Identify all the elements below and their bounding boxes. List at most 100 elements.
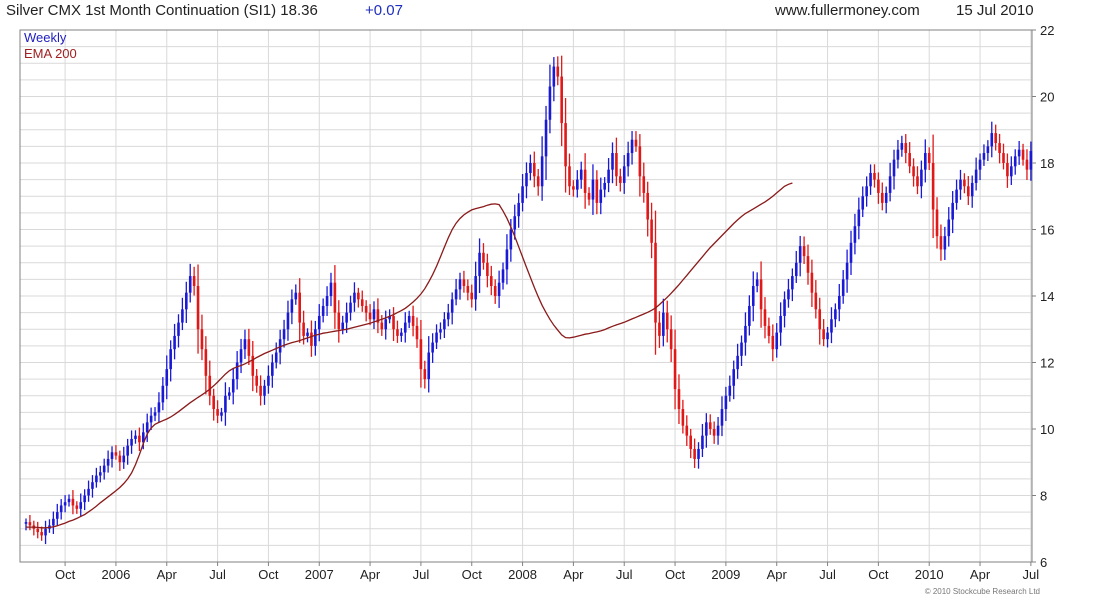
candle-body <box>939 236 943 250</box>
candle-body <box>67 498 71 503</box>
candle-body <box>87 488 90 496</box>
candle-body <box>963 179 966 187</box>
candle-body <box>306 332 309 336</box>
candle-body <box>247 339 251 356</box>
candle-body <box>349 302 352 313</box>
candle-body <box>263 385 266 396</box>
y-tick-label: 16 <box>1040 223 1054 238</box>
candle-body <box>294 292 298 300</box>
candle-body <box>282 329 286 340</box>
candle-body <box>274 352 278 363</box>
candle-body <box>916 176 919 187</box>
x-tick-label: Oct <box>258 567 279 582</box>
candle-body <box>974 169 978 183</box>
candle-body <box>591 179 595 200</box>
candle-body <box>1029 151 1033 170</box>
candle-body <box>341 322 345 330</box>
candle-body <box>271 362 274 376</box>
candle-body <box>853 226 857 243</box>
candle-body <box>802 246 806 257</box>
candle-body <box>630 139 634 154</box>
candle-body <box>697 448 700 459</box>
candle-body <box>71 498 75 506</box>
candle-body <box>55 512 59 519</box>
candle-body <box>888 176 892 193</box>
candle-body <box>462 279 466 287</box>
candle-body <box>619 176 622 183</box>
candle-body <box>920 169 923 187</box>
candle-body <box>877 179 880 193</box>
candle-body <box>400 332 403 336</box>
candle-body <box>861 196 865 210</box>
candle-body <box>638 146 642 177</box>
candle-body <box>924 153 927 170</box>
candle-body <box>935 209 939 237</box>
candle-body <box>986 146 990 154</box>
y-tick-label: 18 <box>1040 156 1054 171</box>
candle-body <box>1025 159 1029 170</box>
candle-body <box>736 355 739 370</box>
candle-body <box>904 143 908 154</box>
candle-body <box>165 369 169 386</box>
candle-body <box>662 312 665 336</box>
candle-body <box>493 286 497 296</box>
candle-body <box>779 315 782 333</box>
candle-body <box>1002 153 1005 163</box>
candle-body <box>857 209 861 227</box>
x-tick-label: Apr <box>563 567 584 582</box>
candle-body <box>345 312 348 323</box>
candle-body <box>497 282 501 296</box>
candle-body <box>642 176 646 193</box>
candle-body <box>228 392 231 396</box>
candle-body <box>513 216 517 230</box>
candle-body <box>1006 163 1009 177</box>
candle-body <box>118 455 122 463</box>
candle-body <box>791 276 794 290</box>
candle-body <box>220 412 223 416</box>
candle-body <box>173 335 176 350</box>
candle-body <box>525 172 528 187</box>
candle-body <box>548 86 552 120</box>
y-tick-label: 12 <box>1040 356 1054 371</box>
candle-body <box>325 296 329 306</box>
x-tick-label: Oct <box>665 567 686 582</box>
candle-body <box>243 339 247 350</box>
candlestick-series <box>24 55 1033 545</box>
grid-lines <box>20 29 1032 563</box>
candle-body <box>235 362 239 380</box>
y-axis-ticks: 6 8 10 12 14 16 18 20 22 <box>1032 23 1054 570</box>
candle-body <box>677 389 681 410</box>
candle-body <box>908 153 911 167</box>
candle-body <box>994 133 997 144</box>
candle-body <box>990 133 994 147</box>
candle-body <box>748 305 751 326</box>
x-tick-label: Apr <box>360 567 381 582</box>
candle-body <box>665 312 669 330</box>
candle-body <box>24 522 28 524</box>
candle-body <box>368 312 372 320</box>
candle-body <box>509 229 513 250</box>
candle-body <box>259 385 262 396</box>
ema-200-line <box>26 182 793 529</box>
candle-body <box>759 279 763 310</box>
candle-body <box>380 322 384 330</box>
candle-body <box>927 153 931 163</box>
candle-body <box>689 435 692 449</box>
candle-body <box>841 279 845 296</box>
candle-body <box>423 369 427 380</box>
candle-body <box>978 159 982 170</box>
candle-body <box>646 192 649 220</box>
candle-body <box>44 528 47 536</box>
candle-body <box>517 202 520 217</box>
candle-body <box>83 495 86 503</box>
candle-body <box>298 292 301 323</box>
candle-body <box>822 329 825 340</box>
candle-body <box>122 455 126 463</box>
candle-body <box>787 289 790 300</box>
candle-body <box>607 169 610 183</box>
candle-body <box>572 186 575 190</box>
y-tick-label: 14 <box>1040 289 1054 304</box>
candle-body <box>181 309 184 323</box>
y-tick-label: 20 <box>1040 90 1054 105</box>
candle-body <box>849 242 853 263</box>
